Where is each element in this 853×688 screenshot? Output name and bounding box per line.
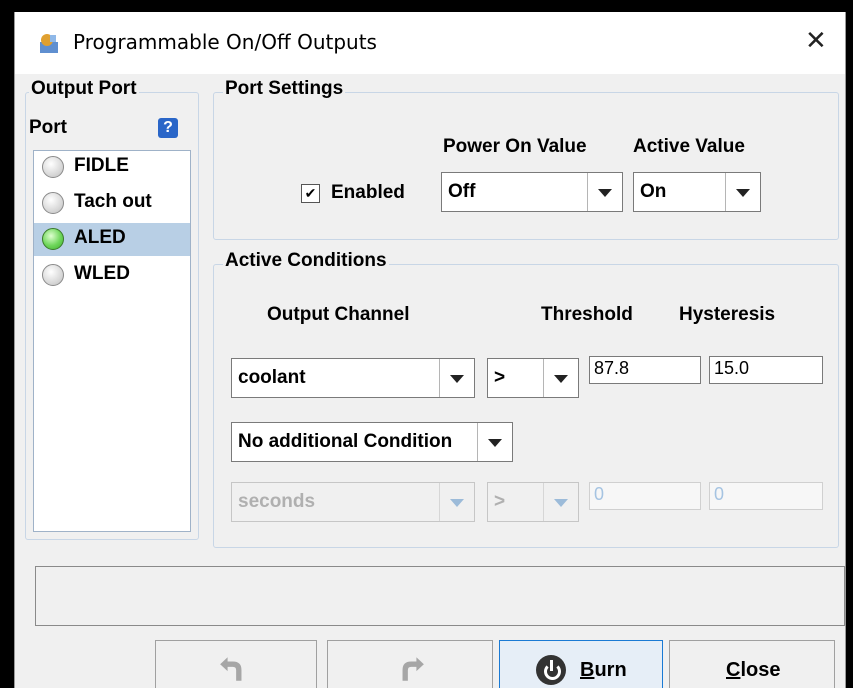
chevron-down-icon[interactable] [725, 173, 760, 211]
hysteresis-header: Hysteresis [679, 304, 776, 325]
undo-icon [220, 657, 242, 681]
active-value-select[interactable]: On [633, 172, 761, 212]
close-mnemonic: C [726, 659, 741, 681]
port-item-label: ALED [74, 227, 126, 248]
help-icon[interactable]: ? [158, 118, 178, 138]
title-bar: Programmable On/Off Outputs ✕ [15, 12, 845, 74]
port-item-label: FIDLE [74, 155, 129, 176]
output-port-legend: Output Port [29, 78, 139, 100]
port-led-on-icon [42, 228, 64, 250]
chevron-down-icon [543, 483, 578, 521]
output-channel-header: Output Channel [267, 304, 410, 325]
app-icon [40, 34, 58, 53]
port-item-label: WLED [74, 263, 130, 284]
burn-label: Burn [580, 659, 627, 682]
port-item-label: Tach out [74, 191, 152, 212]
output-channel-text: coolant [238, 367, 306, 388]
port-led-icon [42, 156, 64, 178]
active-value-label: Active Value [633, 136, 745, 157]
close-label-rest: lose [740, 659, 781, 681]
redo-button[interactable] [327, 640, 493, 688]
port-label: Port [29, 117, 67, 138]
output-channel-select[interactable]: coolant [231, 358, 475, 398]
threshold-header: Threshold [541, 304, 633, 325]
close-window-icon[interactable]: ✕ [805, 26, 827, 56]
close-button[interactable]: Close [669, 640, 835, 688]
enabled-checkbox[interactable]: ✔ [301, 184, 320, 203]
chevron-down-icon[interactable] [439, 359, 474, 397]
status-bar [35, 566, 845, 626]
operator-text: > [494, 367, 506, 388]
power-on-value-select[interactable]: Off [441, 172, 623, 212]
window-title: Programmable On/Off Outputs [73, 30, 377, 54]
undo-button[interactable] [155, 640, 317, 688]
chevron-down-icon [439, 483, 474, 521]
second-threshold-input: 0 [589, 482, 701, 510]
threshold-input[interactable]: 87.8 [589, 356, 701, 384]
enabled-label: Enabled [331, 182, 405, 203]
active-conditions-legend: Active Conditions [223, 250, 389, 272]
second-channel-text: seconds [238, 491, 316, 512]
additional-condition-text: No additional Condition [238, 431, 453, 452]
close-label: Close [726, 659, 780, 682]
port-settings-legend: Port Settings [223, 78, 346, 100]
second-operator-select: > [487, 482, 579, 522]
hysteresis-input[interactable]: 15.0 [709, 356, 823, 384]
power-icon [536, 655, 566, 685]
dialog-window: Programmable On/Off Outputs ✕ Output Por… [14, 12, 846, 688]
port-item-aled[interactable]: ALED [34, 223, 190, 256]
chevron-down-icon[interactable] [543, 359, 578, 397]
chevron-down-icon[interactable] [477, 423, 512, 461]
additional-condition-select[interactable]: No additional Condition [231, 422, 513, 462]
second-hysteresis-input: 0 [709, 482, 823, 510]
port-item-wled[interactable]: WLED [34, 259, 190, 292]
port-item-tach-out[interactable]: Tach out [34, 187, 190, 220]
burn-label-rest: urn [594, 659, 627, 681]
second-operator-text: > [494, 491, 506, 512]
burn-mnemonic: B [580, 659, 595, 681]
burn-button[interactable]: Burn [499, 640, 663, 688]
power-on-value-text: Off [448, 181, 476, 202]
operator-select[interactable]: > [487, 358, 579, 398]
port-led-icon [42, 264, 64, 286]
redo-icon [402, 657, 424, 681]
port-item-fidle[interactable]: FIDLE [34, 151, 190, 184]
power-on-value-label: Power On Value [443, 136, 587, 157]
port-settings-group [213, 92, 839, 240]
port-list: FIDLE Tach out ALED WLED [33, 150, 191, 532]
port-led-icon [42, 192, 64, 214]
chevron-down-icon[interactable] [587, 173, 622, 211]
second-channel-select: seconds [231, 482, 475, 522]
active-value-text: On [640, 181, 667, 202]
